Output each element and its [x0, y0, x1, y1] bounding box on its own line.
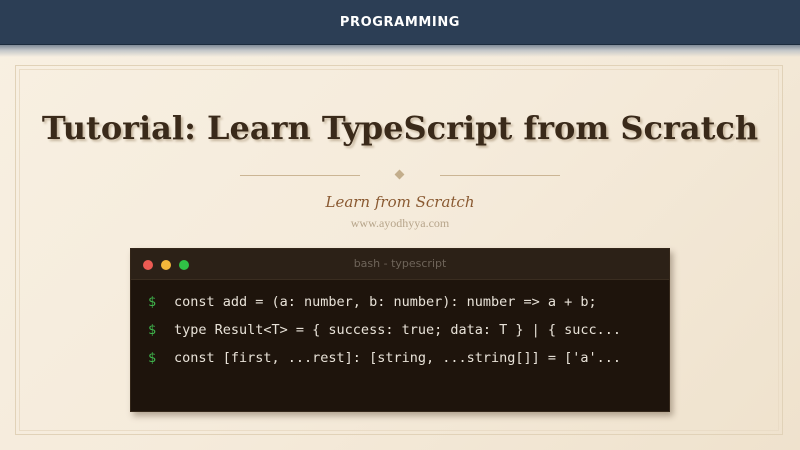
terminal-titlebar: bash - typescript	[131, 249, 669, 280]
terminal-command: const add = (a: number, b: number): numb…	[174, 294, 597, 310]
category-label: PROGRAMMING	[339, 14, 461, 30]
prompt-symbol: $	[148, 322, 157, 338]
terminal-line: $ type Result<T> = { success: true; data:…	[148, 321, 621, 339]
page-subtitle: Learn from Scratch	[325, 193, 475, 211]
prompt-symbol: $	[148, 294, 157, 310]
terminal-window: bash - typescript $ const add = (a: numbe…	[130, 248, 670, 412]
site-url: www.ayodhyya.com	[350, 216, 450, 230]
terminal-line: $ const [first, ...rest]: [string, ...str…	[148, 349, 621, 367]
terminal-command: const [first, ...rest]: [string, ...stri…	[174, 350, 622, 366]
prompt-symbol: $	[148, 350, 157, 366]
header-shadow	[0, 45, 800, 57]
page-title: Tutorial: Learn TypeScript from Scratch	[41, 109, 759, 147]
divider-right	[440, 175, 560, 176]
category-header: PROGRAMMING	[0, 0, 800, 45]
terminal-line: $ const add = (a: number, b: number): num…	[148, 293, 597, 311]
terminal-title: bash - typescript	[353, 257, 447, 270]
divider-left	[240, 175, 360, 176]
terminal-command: type Result<T> = { success: true; data: …	[174, 322, 622, 338]
